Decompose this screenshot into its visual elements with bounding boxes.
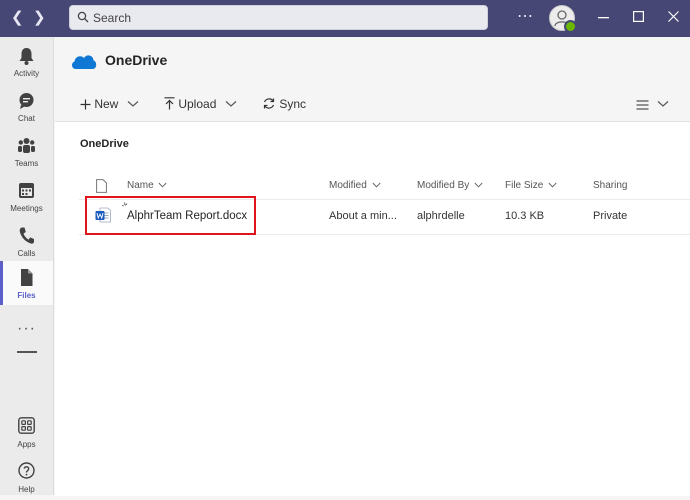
plus-icon (80, 99, 91, 110)
forward-arrow-icon[interactable]: ❯ (33, 9, 46, 27)
upload-icon (164, 97, 175, 110)
rail-label: Chat (18, 114, 35, 123)
column-label: Modified (329, 180, 367, 191)
chevron-down-icon (372, 182, 381, 188)
rail-item-meetings[interactable]: Meetings (0, 179, 53, 219)
calendar-icon (19, 183, 34, 198)
rail-item-files[interactable]: Files (0, 261, 53, 305)
rail-label: Activity (13, 69, 40, 78)
column-header-modified-by[interactable]: Modified By (417, 180, 483, 191)
sync-icon (263, 98, 275, 109)
chevron-down-icon (158, 182, 168, 188)
search-icon (77, 11, 89, 23)
modified-by-value: alphrdelle (417, 210, 465, 222)
column-header-file-size[interactable]: File Size (505, 180, 557, 191)
rail-item-chat[interactable]: Chat (0, 89, 53, 129)
title-bar: ❮ ❯ Search ⋯ (0, 0, 690, 38)
search-placeholder: Search (93, 11, 132, 25)
presence-badge (564, 20, 577, 33)
chevron-down-icon (548, 182, 557, 188)
rail-label: Calls (17, 249, 36, 258)
chevron-down-icon (225, 101, 237, 107)
column-label: Sharing (593, 180, 628, 191)
rail-label: Files (17, 291, 36, 300)
sharing-value: Private (593, 210, 628, 222)
page-title: OneDrive (105, 52, 168, 68)
chat-icon (19, 93, 34, 109)
file-icon (21, 269, 33, 286)
close-icon[interactable] (668, 11, 679, 22)
rail-item-calls[interactable]: Calls (0, 224, 53, 264)
new-label: New (94, 97, 119, 111)
modified-value: About a min... (329, 210, 397, 222)
sync-button[interactable]: Sync (262, 97, 306, 111)
toolbar: New Upload Sync (54, 90, 690, 118)
column-header-modified[interactable]: Modified (329, 180, 381, 191)
new-button[interactable]: New (80, 97, 139, 111)
help-icon (18, 462, 35, 479)
minimize-icon[interactable] (598, 17, 609, 19)
divider (17, 351, 37, 353)
rail-label: Teams (14, 159, 39, 168)
phone-icon (19, 227, 34, 244)
chevron-down-icon (127, 101, 139, 107)
list-view-icon (636, 100, 649, 110)
rail-label: Help (18, 485, 35, 494)
teams-icon (18, 138, 35, 153)
rail-item-activity[interactable]: Activity (0, 44, 53, 84)
back-arrow-icon[interactable]: ❮ (11, 9, 24, 27)
column-label: Name (127, 180, 154, 191)
chevron-down-icon (657, 101, 669, 107)
rail-item-apps[interactable]: Apps (0, 415, 53, 455)
upload-button[interactable]: Upload (164, 97, 237, 111)
maximize-icon[interactable] (633, 11, 644, 22)
bell-icon (19, 48, 34, 65)
rail-item-teams[interactable]: Teams (0, 134, 53, 174)
view-options-button[interactable] (636, 97, 669, 111)
search-input[interactable]: Search (69, 5, 488, 30)
sync-label: Sync (279, 97, 307, 111)
rail-item-help[interactable]: Help (0, 460, 53, 500)
app-bar: Activity Chat Teams Meetings Calls Files… (0, 37, 54, 495)
file-size-value: 10.3 KB (505, 210, 545, 222)
column-label: Modified By (417, 180, 470, 191)
rail-label: Apps (17, 440, 36, 449)
highlight-box (85, 196, 256, 235)
file-list-panel: OneDrive Name Modified Modified By File … (55, 121, 690, 496)
onedrive-cloud-icon (71, 55, 97, 69)
rail-label: Meetings (10, 204, 43, 213)
column-label: File Size (505, 180, 544, 191)
upload-label: Upload (178, 97, 217, 111)
more-apps-icon[interactable]: ··· (0, 320, 53, 338)
column-header-name[interactable]: Name (127, 180, 168, 191)
file-type-icon (96, 179, 107, 193)
column-header-sharing[interactable]: Sharing (593, 180, 627, 191)
more-options-icon[interactable]: ⋯ (517, 8, 533, 26)
section-title: OneDrive (80, 138, 129, 150)
apps-icon (18, 417, 35, 434)
chevron-down-icon (474, 182, 483, 188)
main-content: OneDrive New Upload Sync OneDrive Name M… (54, 37, 690, 496)
avatar[interactable] (549, 5, 577, 33)
